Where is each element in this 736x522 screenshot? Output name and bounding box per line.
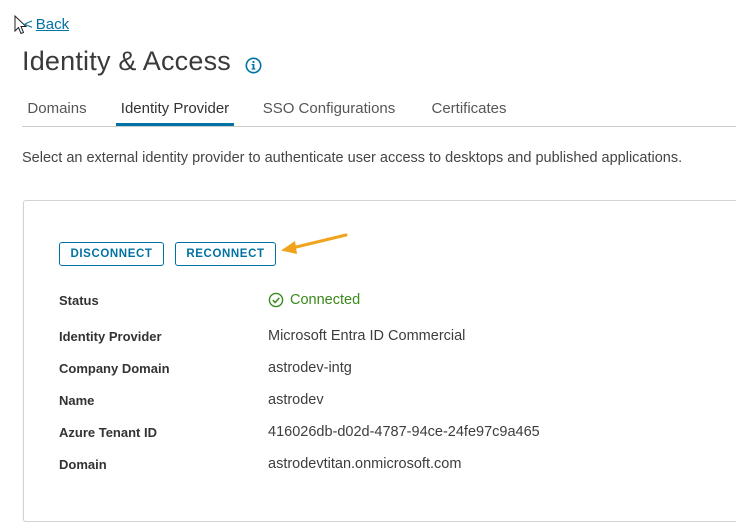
- company-domain-value: astrodev-intg: [268, 360, 352, 376]
- mouse-cursor-icon: [14, 15, 28, 35]
- page-description: Select an external identity provider to …: [22, 150, 683, 166]
- company-domain-label: Company Domain: [59, 361, 170, 376]
- page-title: Identity & Access: [22, 46, 231, 76]
- status-value: Connected: [268, 292, 360, 308]
- azure-tenant-id-value: 416026db-d02d-4787-94ce-24fe97c9a465: [268, 424, 540, 440]
- name-label: Name: [59, 393, 95, 408]
- domain-value: astrodevtitan.onmicrosoft.com: [268, 456, 462, 472]
- annotation-arrow-icon: [281, 233, 348, 254]
- tab-sso-configurations[interactable]: SSO Configurations: [259, 94, 399, 124]
- tab-identity-provider[interactable]: Identity Provider: [116, 94, 234, 126]
- status-label: Status: [59, 293, 99, 308]
- disconnect-button[interactable]: DISCONNECT: [59, 242, 164, 266]
- azure-tenant-id-label: Azure Tenant ID: [59, 425, 157, 440]
- back-link[interactable]: < Back: [14, 13, 69, 35]
- back-link-label[interactable]: Back: [36, 16, 69, 33]
- reconnect-button[interactable]: RECONNECT: [175, 242, 276, 266]
- status-text: Connected: [290, 292, 361, 308]
- tab-domains[interactable]: Domains: [22, 94, 92, 124]
- identity-provider-value: Microsoft Entra ID Commercial: [268, 328, 466, 344]
- info-icon[interactable]: [245, 57, 262, 74]
- identity-provider-label: Identity Provider: [59, 329, 162, 344]
- tab-certificates[interactable]: Certificates: [424, 94, 514, 124]
- check-circle-icon: [268, 292, 284, 308]
- tab-bar: Domains Identity Provider SSO Configurat…: [22, 94, 736, 127]
- domain-label: Domain: [59, 457, 107, 472]
- name-value: astrodev: [268, 392, 324, 408]
